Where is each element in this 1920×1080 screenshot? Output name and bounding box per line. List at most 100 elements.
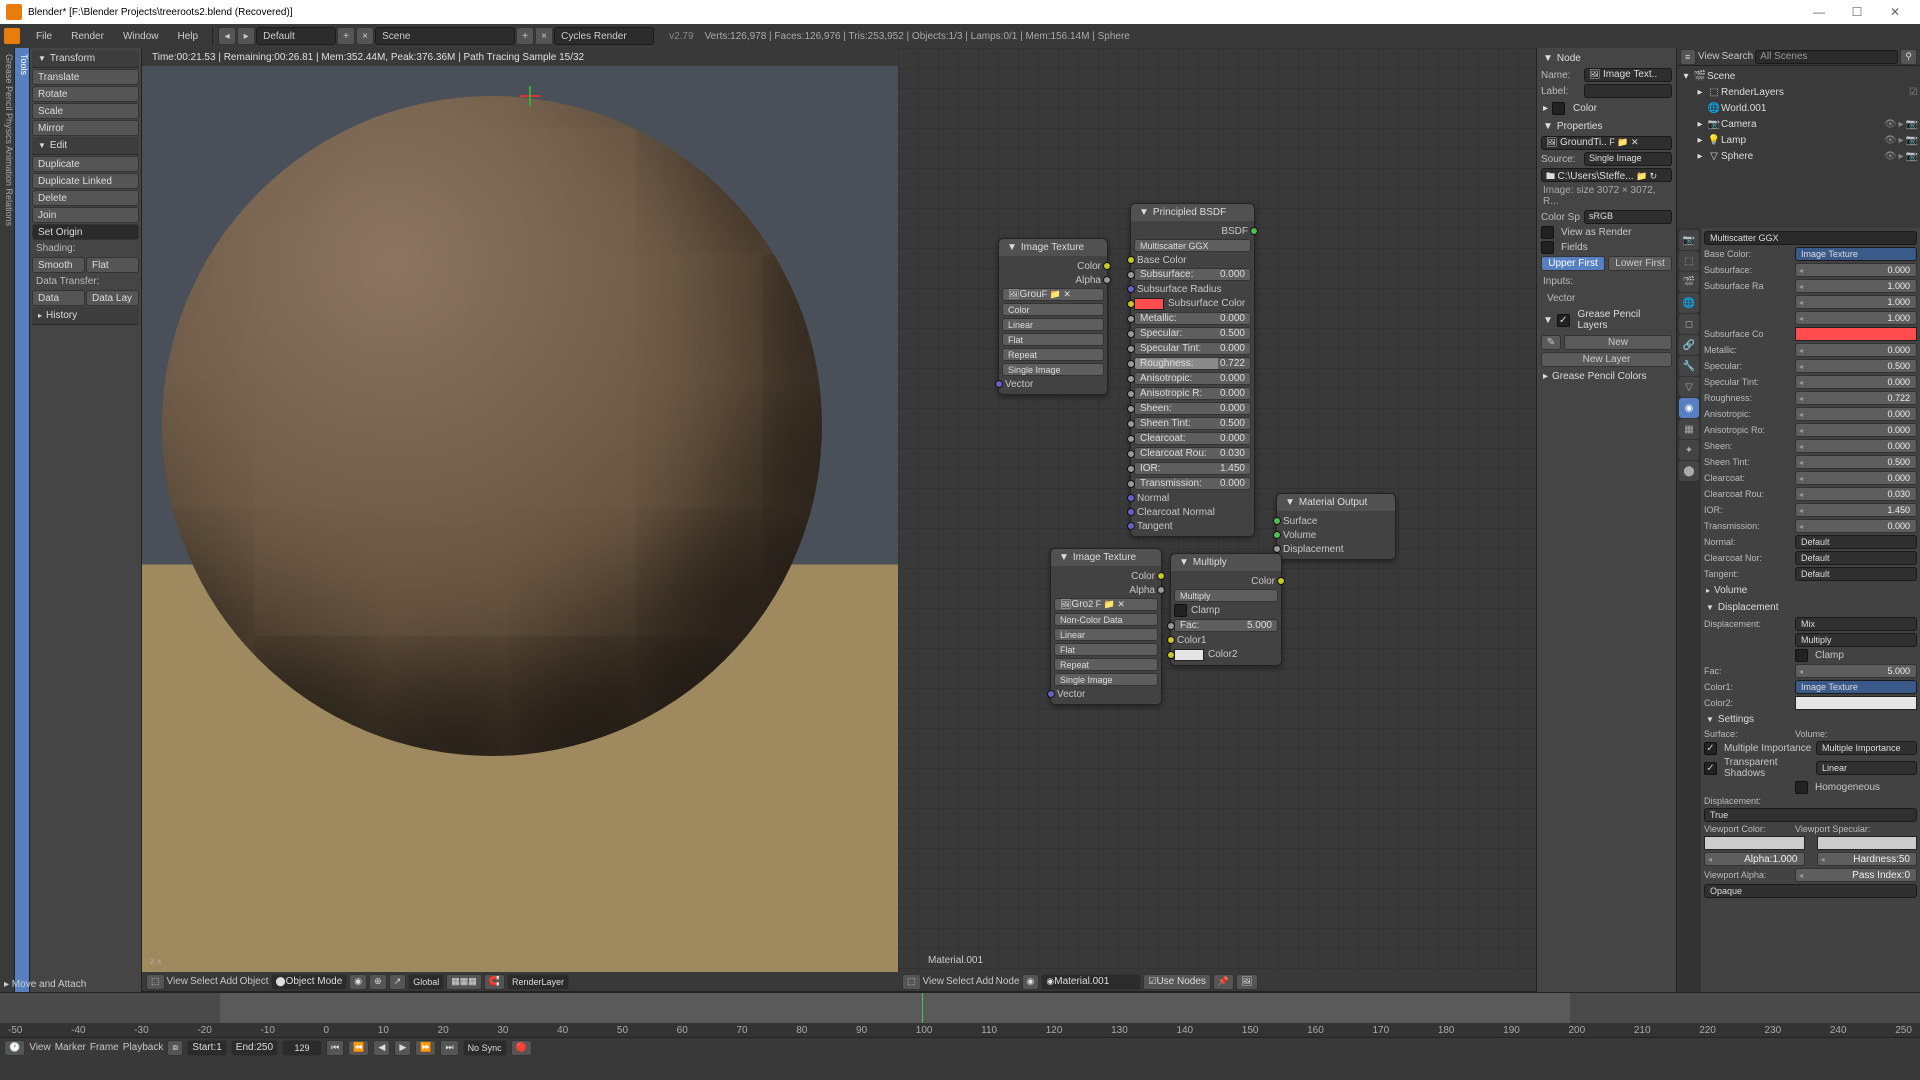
anisor-slider[interactable]: Anisotropic R:0.000 (1134, 387, 1251, 400)
backdrop-icon[interactable]: 🖼 (1236, 974, 1257, 990)
range-icon[interactable]: ⧈ (167, 1040, 183, 1056)
jump-start-icon[interactable]: ⏮ (326, 1040, 344, 1056)
image-selector[interactable]: 🖼 Grou F 📁 ✕ (1002, 288, 1104, 301)
blend-dropdown[interactable]: Multiply (1795, 633, 1917, 647)
mis-checkbox[interactable]: ✓ (1704, 742, 1717, 755)
roughness-value[interactable]: 0.722 (1795, 391, 1917, 405)
basecolor-link[interactable]: Image Texture (1795, 247, 1917, 261)
passindex-value[interactable]: Pass Index: 0 (1795, 868, 1917, 882)
color2-swatch[interactable] (1174, 649, 1204, 661)
blend-mode-dropdown[interactable]: Opaque (1704, 884, 1917, 898)
subrad-value[interactable]: 1.000 (1795, 279, 1917, 293)
metallic-value[interactable]: 0.000 (1795, 343, 1917, 357)
node-header[interactable]: ▼Principled BSDF (1131, 204, 1254, 221)
new-gp-button[interactable]: New (1564, 335, 1672, 350)
specular-value[interactable]: 0.500 (1795, 359, 1917, 373)
section-volume[interactable]: ▸Volume (1704, 582, 1917, 599)
filter-icon[interactable]: ⚲ (1900, 49, 1917, 65)
node-editor[interactable]: ▼Image Texture Color Alpha 🖼 Grou F 📁 ✕ … (898, 48, 1536, 992)
fwd-button[interactable]: ▸ (237, 27, 255, 45)
image-datablock[interactable]: 🖼 GroundTi.. F 📁 ✕ (1541, 136, 1672, 150)
ne-menu-add[interactable]: Add (976, 976, 994, 987)
node-header[interactable]: ▼Image Texture (999, 239, 1107, 256)
blend-dropdown[interactable]: Multiply (1174, 589, 1278, 602)
tab-world[interactable]: 🌐 (1679, 293, 1699, 313)
ne-menu-view[interactable]: View (923, 976, 945, 987)
new-layer-button[interactable]: New Layer (1541, 352, 1672, 367)
orientation-dropdown[interactable]: Global (408, 974, 444, 990)
current-frame-input[interactable]: 129 (282, 1040, 322, 1056)
menu-render[interactable]: Render (62, 31, 113, 42)
blender-logo-icon[interactable] (4, 28, 20, 44)
tangent-dropdown[interactable]: Default (1795, 567, 1917, 581)
tab-scene[interactable]: 🎬 (1679, 272, 1699, 292)
tab-particles[interactable]: ✦ (1679, 440, 1699, 460)
duplicate-button[interactable]: Duplicate (32, 156, 139, 172)
layout-del-button[interactable]: × (356, 27, 374, 45)
timeline[interactable]: -50-40-30-20-100102030405060708090100110… (0, 992, 1920, 1056)
tree-row-camera[interactable]: ▸📷Camera👁▸📷 (1679, 116, 1918, 132)
toolshelf-tab-tools[interactable]: Tools (15, 48, 30, 992)
node-image-texture-2[interactable]: ▼Image Texture Color Alpha 🖼 Gro 2 F 📁 ✕… (1050, 548, 1162, 705)
disp-link[interactable]: Mix (1795, 617, 1917, 631)
tl-menu-marker[interactable]: Marker (55, 1042, 86, 1053)
close-button[interactable]: ✕ (1876, 5, 1914, 19)
out-menu-view[interactable]: View (1698, 51, 1720, 62)
ne-menu-node[interactable]: Node (996, 976, 1020, 987)
section-settings[interactable]: ▼Settings (1704, 711, 1917, 728)
distribution-dropdown[interactable]: Multiscatter GGX (1704, 231, 1917, 245)
material-dropdown[interactable]: ◉ Material.001 (1041, 974, 1141, 990)
renderlayer-dropdown[interactable]: RenderLayer (507, 974, 569, 990)
clearrough-value[interactable]: 0.030 (1795, 487, 1917, 501)
tree-row-scene[interactable]: ▾🎬Scene (1679, 68, 1918, 84)
join-button[interactable]: Join (32, 207, 139, 223)
panel-node[interactable]: ▼Node (1539, 50, 1674, 67)
color1-link[interactable]: Image Texture (1795, 680, 1917, 694)
node-header[interactable]: ▼Image Texture (1051, 549, 1161, 566)
subrad-value[interactable]: 1.000 (1795, 311, 1917, 325)
vcolor-swatch[interactable] (1704, 836, 1805, 850)
subrad-value[interactable]: 1.000 (1795, 295, 1917, 309)
outliner[interactable]: ≡ View Search All Scenes ⚲ ▾🎬Scene ▸⬚Ren… (1677, 48, 1920, 228)
node-name-input[interactable]: 🖼 Image Text.. (1584, 68, 1672, 82)
tl-menu-view[interactable]: View (29, 1042, 51, 1053)
editor-type-icon[interactable]: ⬚ (902, 974, 921, 990)
minimize-button[interactable]: — (1800, 5, 1838, 19)
render-preview[interactable]: z x (142, 66, 898, 972)
aniso-value[interactable]: 0.000 (1795, 407, 1917, 421)
section-displacement[interactable]: ▼Displacement (1704, 599, 1917, 616)
layout-add-button[interactable]: + (337, 27, 355, 45)
screen-layout-dropdown[interactable]: Default (256, 27, 336, 45)
homo-checkbox[interactable] (1795, 781, 1808, 794)
tl-menu-playback[interactable]: Playback (123, 1042, 164, 1053)
metallic-slider[interactable]: Metallic:0.000 (1134, 312, 1251, 325)
tab-modifiers[interactable]: 🔧 (1679, 356, 1699, 376)
ne-menu-select[interactable]: Select (946, 976, 974, 987)
tab-texture[interactable]: ▦ (1679, 419, 1699, 439)
projection-dropdown[interactable]: Flat (1054, 643, 1158, 656)
keyframe-prev-icon[interactable]: ⏪ (348, 1040, 369, 1056)
normal-dropdown[interactable]: Default (1795, 535, 1917, 549)
trans-slider[interactable]: Transmission:0.000 (1134, 477, 1251, 490)
play-reverse-icon[interactable]: ◀ (373, 1040, 390, 1056)
outliner-filter-dropdown[interactable]: All Scenes (1755, 50, 1898, 64)
subsurface-color[interactable] (1134, 298, 1164, 310)
keyframe-next-icon[interactable]: ⏩ (415, 1040, 436, 1056)
mis-dropdown[interactable]: Multiple Importance (1816, 741, 1917, 755)
layers-icon[interactable]: ▦▦▦ (446, 974, 482, 990)
source-dropdown[interactable]: Single Image (1002, 363, 1104, 376)
shader-type-icon[interactable]: ◉ (1022, 974, 1040, 990)
lower-first-button[interactable]: Lower First (1608, 256, 1672, 271)
snap-icon[interactable]: 🧲 (484, 974, 505, 990)
roughness-slider[interactable]: Roughness:0.722 (1134, 357, 1251, 370)
end-frame-input[interactable]: End: 250 (231, 1040, 278, 1056)
scene-add-button[interactable]: + (516, 27, 534, 45)
projection-dropdown[interactable]: Flat (1002, 333, 1104, 346)
fac-value[interactable]: 5.000 (1795, 664, 1917, 678)
sync-dropdown[interactable]: No Sync (463, 1040, 507, 1056)
trans-value[interactable]: 0.000 (1795, 519, 1917, 533)
tree-row-lamp[interactable]: ▸💡Lamp👁▸📷 (1679, 132, 1918, 148)
toolshelf-tabs[interactable]: Grease Pencil Physics Animation Relation… (0, 48, 15, 992)
flat-button[interactable]: Flat (86, 257, 139, 273)
anisor-value[interactable]: 0.000 (1795, 423, 1917, 437)
